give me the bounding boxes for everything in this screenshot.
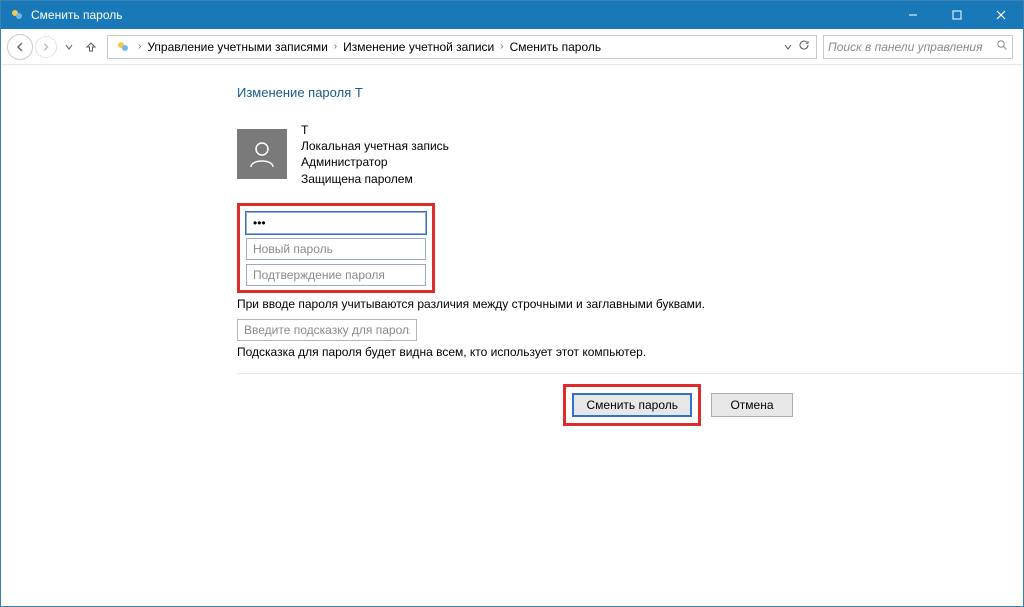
new-password-input[interactable]: [246, 238, 426, 260]
avatar: [237, 129, 287, 179]
footer-buttons: Сменить пароль Отмена: [237, 374, 1023, 426]
navigation-bar: › Управление учетными записями › Изменен…: [1, 29, 1023, 65]
chevron-right-icon: ›: [136, 41, 143, 52]
user-password-status: Защищена паролем: [301, 171, 449, 187]
chevron-right-icon: ›: [332, 41, 339, 52]
maximize-button[interactable]: [935, 1, 979, 29]
user-role: Администратор: [301, 154, 449, 170]
window-title: Сменить пароль: [31, 8, 123, 22]
page-title: Изменение пароля Т: [237, 85, 1023, 100]
user-info: Т Локальная учетная запись Администратор…: [237, 122, 1023, 187]
minimize-button[interactable]: [891, 1, 935, 29]
history-dropdown[interactable]: [59, 35, 79, 59]
password-hint-input[interactable]: [237, 319, 417, 341]
back-button[interactable]: [7, 34, 33, 60]
user-accounts-icon: [114, 38, 132, 56]
address-bar[interactable]: › Управление учетными записями › Изменен…: [107, 35, 817, 59]
search-placeholder: Поиск в панели управления: [828, 40, 996, 54]
chevron-right-icon: ›: [498, 41, 505, 52]
case-sensitivity-note: При вводе пароля учитываются различия ме…: [237, 297, 1023, 311]
refresh-icon[interactable]: [798, 39, 810, 54]
forward-button[interactable]: [35, 36, 57, 58]
user-account-type: Локальная учетная запись: [301, 138, 449, 154]
user-name: Т: [301, 122, 449, 138]
breadcrumb-user-accounts[interactable]: Управление учетными записями: [143, 38, 331, 56]
close-button[interactable]: [979, 1, 1023, 29]
search-input[interactable]: Поиск в панели управления: [823, 35, 1013, 59]
change-password-button[interactable]: Сменить пароль: [572, 393, 692, 417]
search-icon: [996, 39, 1008, 54]
hint-visibility-note: Подсказка для пароля будет видна всем, к…: [237, 345, 1023, 359]
current-password-input[interactable]: [246, 212, 426, 234]
user-accounts-icon: [9, 7, 25, 23]
confirm-password-input[interactable]: [246, 264, 426, 286]
breadcrumb-change-account[interactable]: Изменение учетной записи: [339, 38, 498, 56]
up-button[interactable]: [81, 35, 101, 59]
breadcrumb-change-password[interactable]: Сменить пароль: [506, 38, 606, 56]
highlight-passwords: [237, 203, 435, 293]
content-area: Изменение пароля Т Т Локальная учетная з…: [1, 65, 1023, 606]
cancel-button[interactable]: Отмена: [711, 393, 793, 417]
titlebar: Сменить пароль: [1, 1, 1023, 29]
window: Сменить пароль › Управлен: [0, 0, 1024, 607]
highlight-submit: Сменить пароль: [563, 384, 701, 426]
chevron-down-icon[interactable]: [784, 40, 792, 54]
